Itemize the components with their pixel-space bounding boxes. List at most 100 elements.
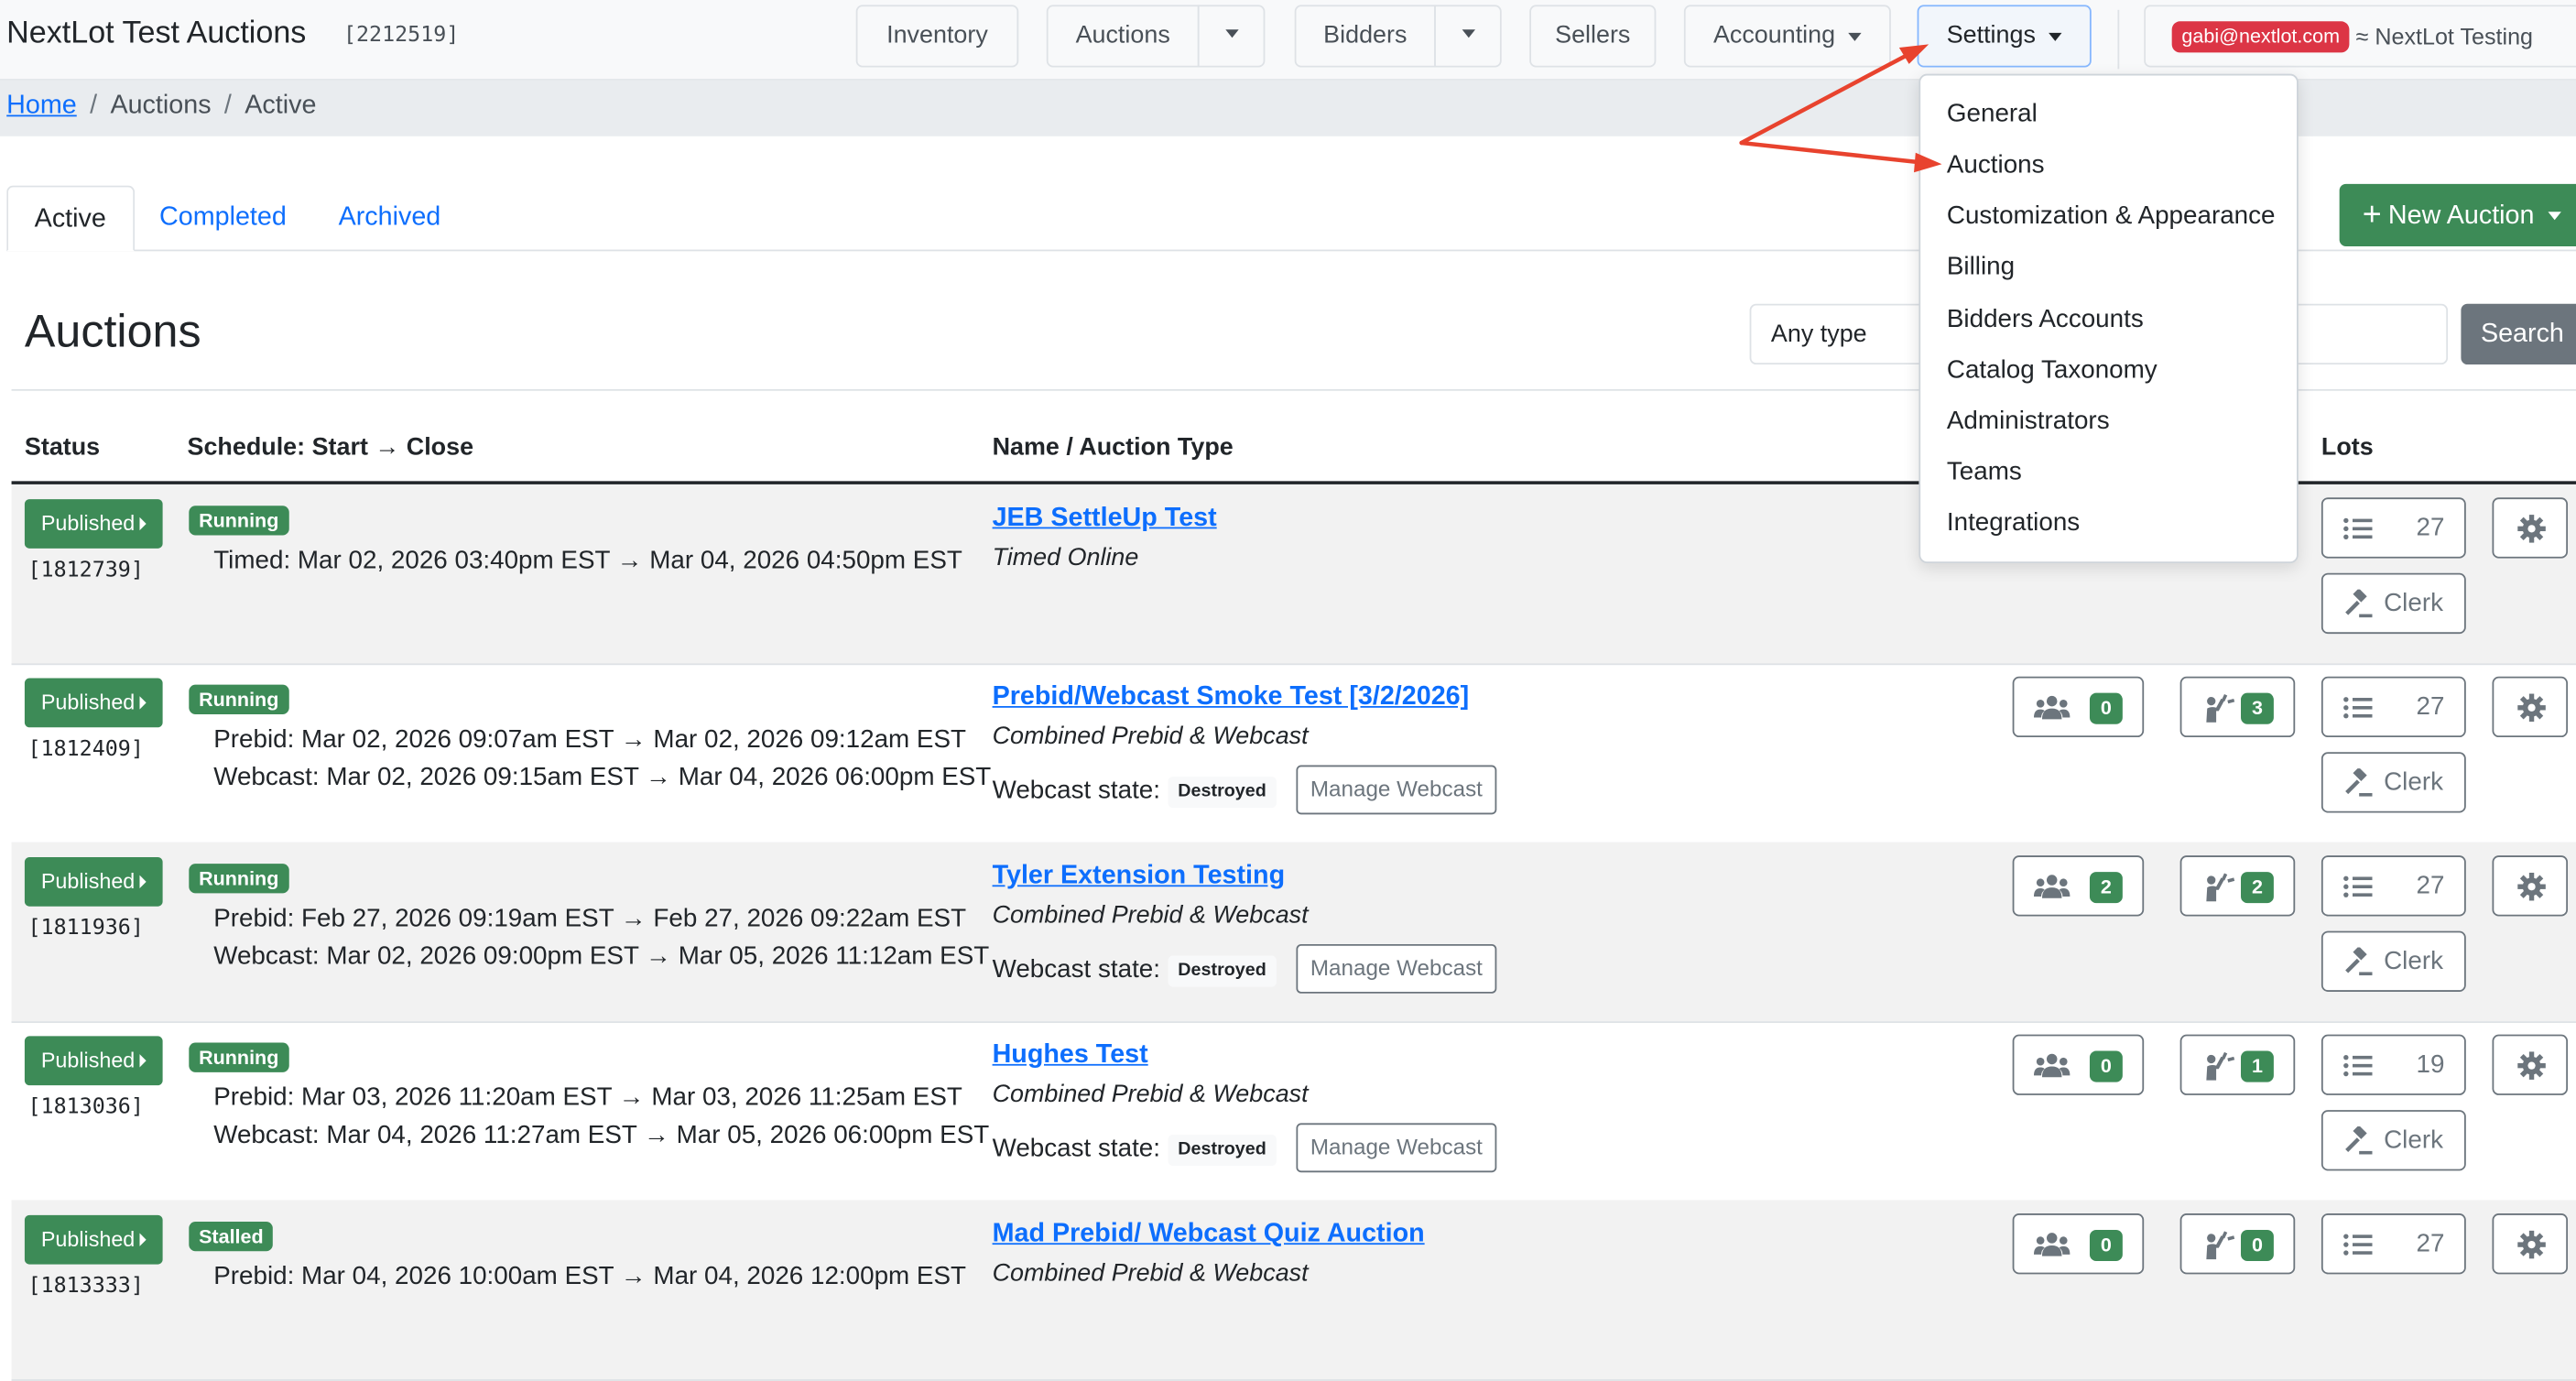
published-status-button[interactable]: Published [24, 678, 163, 728]
list-icon [2343, 1055, 2373, 1077]
manage-webcast-button[interactable]: Manage Webcast [1296, 765, 1497, 815]
bidders-button[interactable]: 0 [2012, 676, 2145, 738]
menu-item-integrations[interactable]: Integrations [1947, 509, 2080, 538]
auction-id: [1811936] [27, 916, 144, 941]
list-icon [2343, 697, 2373, 719]
lots-button[interactable]: 27 [2321, 1213, 2466, 1275]
bidders-button[interactable]: 0 [2012, 1213, 2145, 1275]
breadcrumb-auctions: Auctions [110, 92, 212, 120]
nav-settings-button[interactable]: Settings [1917, 5, 2092, 68]
page-title: Auctions [24, 305, 201, 357]
caret-down-icon [1848, 32, 1862, 40]
menu-item-teams[interactable]: Teams [1947, 458, 2022, 487]
bidders-button[interactable]: 0 [2012, 1034, 2145, 1095]
bids-button[interactable]: 1 [2179, 1034, 2296, 1095]
bidders-button[interactable]: 2 [2012, 855, 2145, 917]
users-icon [2033, 1233, 2071, 1256]
nav-sellers-button[interactable]: Sellers [1529, 5, 1657, 68]
published-status-button[interactable]: Published [24, 856, 163, 907]
clerk-button[interactable]: Clerk [2321, 572, 2466, 635]
lots-button[interactable]: 27 [2321, 497, 2466, 559]
breadcrumb: Home / Auctions / Active [6, 92, 317, 120]
manage-webcast-button[interactable]: Manage Webcast [1296, 943, 1497, 994]
play-icon [139, 517, 147, 531]
nav-accounting-label: Accounting [1712, 21, 1836, 49]
published-status-button[interactable]: Published [24, 1036, 163, 1086]
lots-button[interactable]: 27 [2321, 676, 2466, 738]
auction-settings-button[interactable] [2492, 676, 2569, 738]
auction-settings-button[interactable] [2492, 1034, 2569, 1095]
new-auction-label: New Auction [2387, 201, 2535, 231]
auction-name-link[interactable]: Mad Prebid/ Webcast Quiz Auction [993, 1220, 1425, 1249]
menu-item-customization[interactable]: Customization & Appearance [1947, 202, 2276, 232]
top-navbar: NextLot Test Auctions [2212519] Inventor… [0, 0, 2576, 81]
menu-item-auctions[interactable]: Auctions [1947, 151, 2045, 180]
bids-count: 3 [2241, 692, 2274, 724]
nav-bidders-label: Bidders [1323, 21, 1408, 49]
lots-button[interactable]: 27 [2321, 855, 2466, 917]
breadcrumb-current: Active [245, 92, 317, 120]
play-icon [139, 696, 147, 710]
published-status-button[interactable]: Published [24, 499, 163, 549]
auction-type: Timed Online [992, 543, 1139, 571]
manage-webcast-button[interactable]: Manage Webcast [1296, 1123, 1497, 1173]
menu-item-bidders-accounts[interactable]: Bidders Accounts [1947, 305, 2144, 334]
hand-raise-icon [2206, 873, 2235, 902]
nav-bidders-button[interactable]: Bidders [1294, 5, 1436, 68]
gear-icon [2517, 515, 2546, 543]
clerk-button[interactable]: Clerk [2321, 930, 2466, 992]
table-row: Published [1811936] Running Prebid: Feb … [11, 842, 2576, 1024]
caret-down-icon [1461, 29, 1475, 38]
gavel-icon [2345, 947, 2373, 976]
schedule-line-1: Prebid: Mar 03, 2026 11:20am EST → Mar 0… [213, 1083, 962, 1112]
auction-name-link[interactable]: JEB SettleUp Test [993, 504, 1217, 533]
nav-bidders-toggle[interactable] [1434, 5, 1502, 68]
nav-auctions-button[interactable]: Auctions [1046, 5, 1200, 68]
column-header-name: Name / Auction Type [992, 433, 1234, 462]
published-status-button[interactable]: Published [24, 1214, 163, 1265]
auction-id: [1812739] [27, 558, 144, 583]
gear-icon [2517, 872, 2546, 901]
bids-button[interactable]: 0 [2179, 1213, 2296, 1275]
published-label: Published [40, 510, 136, 536]
clerk-label: Clerk [2384, 589, 2443, 618]
menu-item-catalog-taxonomy[interactable]: Catalog Taxonomy [1947, 356, 2158, 386]
tab-completed[interactable]: Completed [133, 186, 312, 252]
state-badge: Running [189, 684, 289, 714]
auction-name-link[interactable]: Hughes Test [993, 1041, 1148, 1071]
new-auction-button[interactable]: + New Auction [2339, 183, 2576, 246]
auction-settings-button[interactable] [2492, 497, 2569, 559]
state-badge: Stalled [189, 1221, 274, 1252]
play-icon [139, 1233, 147, 1246]
auction-name-link[interactable]: Tyler Extension Testing [993, 862, 1286, 891]
menu-item-billing[interactable]: Billing [1947, 253, 2015, 282]
schedule-line-1: Timed: Mar 02, 2026 03:40pm EST → Mar 04… [213, 547, 962, 575]
users-icon [2033, 695, 2071, 720]
user-menu[interactable]: gabi@nextlot.com ≈ NextLot Testing [2144, 5, 2576, 68]
clerk-button[interactable]: Clerk [2321, 1110, 2466, 1171]
bids-button[interactable]: 3 [2179, 676, 2296, 738]
auction-name-link[interactable]: Prebid/Webcast Smoke Test [3/2/2026] [993, 683, 1470, 712]
user-email-badge: gabi@nextlot.com [2171, 21, 2350, 53]
auction-settings-button[interactable] [2492, 1213, 2569, 1275]
nav-inventory-button[interactable]: Inventory [855, 5, 1019, 68]
tab-active[interactable]: Active [6, 185, 135, 252]
bids-count: 1 [2241, 1050, 2274, 1082]
webcast-state-label: Webcast state: [992, 955, 1160, 984]
tab-archived[interactable]: Archived [312, 186, 467, 252]
clerk-button[interactable]: Clerk [2321, 752, 2466, 813]
breadcrumb-home-link[interactable]: Home [6, 92, 77, 119]
webcast-state-badge: Destroyed [1168, 1134, 1277, 1167]
menu-item-general[interactable]: General [1947, 100, 2038, 129]
auction-settings-button[interactable] [2492, 855, 2569, 917]
nav-sellers-label: Sellers [1555, 21, 1631, 49]
play-icon [139, 875, 147, 889]
search-button[interactable]: Search [2461, 303, 2576, 365]
bidders-count: 0 [2089, 692, 2123, 724]
lots-button[interactable]: 19 [2321, 1034, 2466, 1095]
bids-button[interactable]: 2 [2179, 855, 2296, 917]
brand-name[interactable]: NextLot Test Auctions [6, 16, 306, 52]
nav-accounting-button[interactable]: Accounting [1683, 5, 1891, 68]
nav-auctions-toggle[interactable] [1197, 5, 1266, 68]
menu-item-administrators[interactable]: Administrators [1947, 408, 2110, 437]
